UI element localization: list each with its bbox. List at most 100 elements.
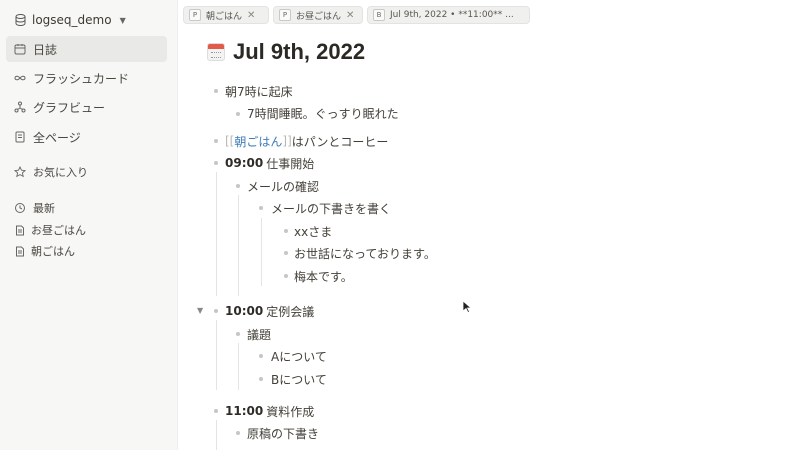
block-content[interactable]: 朝7時に起床 xyxy=(225,81,293,101)
block-content[interactable]: [[ 朝ごはん ]] はパンとコーヒー xyxy=(225,131,388,151)
page-type-badge: P xyxy=(189,9,201,21)
tab-asa-gohan[interactable]: P 朝ごはん ✕ xyxy=(183,6,269,24)
block-content[interactable]: メールの下書きを書く xyxy=(271,198,391,218)
recent-item-label: お昼ごはん xyxy=(31,224,86,237)
block-text: Bについて xyxy=(271,372,327,387)
block-bullet[interactable] xyxy=(259,354,263,358)
infinity-icon xyxy=(14,72,26,84)
block-content[interactable]: 議題 xyxy=(247,324,271,344)
block-content[interactable]: xxさま xyxy=(294,221,332,241)
block-bullet[interactable] xyxy=(214,161,218,165)
block-content[interactable]: Aについて xyxy=(271,346,327,366)
tab-label: 朝ごはん xyxy=(206,11,243,22)
page-icon xyxy=(14,224,26,236)
block-text: 原稿の下書き xyxy=(247,426,320,441)
left-sidebar: logseq_demo ▼ 日誌 フラッシュカード グラフビュー 全ページ お気… xyxy=(0,0,178,450)
page-type-badge: P xyxy=(279,9,291,21)
favorites-section[interactable]: お気に入り xyxy=(14,163,88,181)
block-text: メールの確認 xyxy=(247,179,320,194)
recent-item[interactable]: お昼ごはん xyxy=(14,221,86,239)
block-type-badge: B xyxy=(373,9,385,21)
pages-icon xyxy=(14,131,26,143)
sidebar-item-journals[interactable]: 日誌 xyxy=(6,36,167,62)
close-icon[interactable]: ✕ xyxy=(247,10,255,21)
graph-name: logseq_demo xyxy=(32,13,112,27)
block-time: 09:00 xyxy=(225,156,264,170)
block-text: 資料作成 xyxy=(266,404,315,419)
database-icon xyxy=(14,14,26,26)
block-bullet[interactable] xyxy=(236,112,240,116)
block-text: 朝7時に起床 xyxy=(225,84,293,99)
block-bullet[interactable] xyxy=(214,309,218,313)
block-content[interactable]: 10:00 定例会議 xyxy=(225,301,314,321)
block-text: はパンとコーヒー xyxy=(291,134,389,149)
recent-item-label: 朝ごはん xyxy=(31,245,75,258)
block-content[interactable]: 梅本です。 xyxy=(294,266,353,286)
sidebar-item-label: 日誌 xyxy=(33,42,58,57)
block-bullet[interactable] xyxy=(284,229,288,233)
calendar-icon xyxy=(14,43,26,55)
tab-label: Jul 9th, 2022 • **11:00** ... xyxy=(390,10,514,20)
recent-label: 最新 xyxy=(33,202,55,215)
graph-selector[interactable]: logseq_demo ▼ xyxy=(14,11,126,29)
block-bullet[interactable] xyxy=(236,184,240,188)
mouse-cursor-icon xyxy=(462,300,472,314)
favorites-label: お気に入り xyxy=(33,166,88,179)
block-content[interactable]: 原稿の下書き xyxy=(247,423,319,443)
page-title-text: Jul 9th, 2022 xyxy=(233,39,366,64)
page-ref-link[interactable]: 朝ごはん xyxy=(234,133,282,150)
collapse-arrow-icon[interactable]: ▼ xyxy=(197,306,203,315)
block-content[interactable]: 7時間睡眠。ぐっすり眠れた xyxy=(247,103,399,123)
block-bullet[interactable] xyxy=(259,206,263,210)
block-bullet[interactable] xyxy=(259,377,263,381)
star-icon xyxy=(14,166,26,178)
block-text: 仕事開始 xyxy=(266,156,315,171)
indent-guide xyxy=(238,343,239,390)
close-icon[interactable]: ✕ xyxy=(346,10,354,21)
sidebar-item-label: グラフビュー xyxy=(33,100,106,115)
block-content[interactable]: 11:00 資料作成 xyxy=(225,401,314,421)
sidebar-item-label: フラッシュカード xyxy=(33,71,130,86)
tab-label: お昼ごはん xyxy=(296,11,342,22)
block-text: お世話になっております。 xyxy=(294,246,436,261)
block-content[interactable]: 09:00 仕事開始 xyxy=(225,153,314,173)
indent-guide xyxy=(238,195,239,296)
block-bullet[interactable] xyxy=(214,89,218,93)
graph-icon xyxy=(14,101,26,113)
block-bullet[interactable] xyxy=(214,409,218,413)
block-bullet[interactable] xyxy=(236,431,240,435)
block-content[interactable]: Bについて xyxy=(271,369,327,389)
sidebar-item-graph-view[interactable]: グラフビュー xyxy=(6,94,167,120)
block-content[interactable]: メールの確認 xyxy=(247,176,319,196)
tab-hiru-gohan[interactable]: P お昼ごはん ✕ xyxy=(273,6,363,24)
block-content[interactable]: お世話になっております。 xyxy=(294,243,436,263)
indent-guide xyxy=(216,320,217,390)
ref-bracket-open: [[ xyxy=(225,134,235,148)
sidebar-item-all-pages[interactable]: 全ページ xyxy=(6,124,167,150)
indent-guide xyxy=(261,218,262,286)
block-time: 10:00 xyxy=(225,304,264,318)
page-icon xyxy=(14,245,26,257)
indent-guide xyxy=(216,172,217,296)
block-text: メールの下書きを書く xyxy=(271,201,392,216)
recent-section[interactable]: 最新 xyxy=(14,199,55,217)
recent-item[interactable]: 朝ごはん xyxy=(14,242,75,260)
block-text: xxさま xyxy=(294,224,333,239)
history-icon xyxy=(14,202,26,214)
block-text: 定例会議 xyxy=(266,304,315,319)
calendar-icon xyxy=(207,43,225,61)
block-bullet[interactable] xyxy=(284,251,288,255)
block-bullet[interactable] xyxy=(214,139,218,143)
block-bullet[interactable] xyxy=(236,332,240,336)
tab-block-jul-9th[interactable]: B Jul 9th, 2022 • **11:00** ... xyxy=(367,6,530,24)
block-time: 11:00 xyxy=(225,404,264,418)
chevron-down-icon: ▼ xyxy=(119,15,126,25)
page-title[interactable]: Jul 9th, 2022 xyxy=(207,36,365,68)
sidebar-item-label: 全ページ xyxy=(33,130,81,145)
block-bullet[interactable] xyxy=(284,274,288,278)
block-text: 7時間睡眠。ぐっすり眠れた xyxy=(247,106,399,121)
block-text: 梅本です。 xyxy=(294,269,353,284)
indent-guide xyxy=(216,420,217,450)
block-text: 議題 xyxy=(247,327,272,342)
sidebar-item-flashcards[interactable]: フラッシュカード xyxy=(6,65,167,91)
